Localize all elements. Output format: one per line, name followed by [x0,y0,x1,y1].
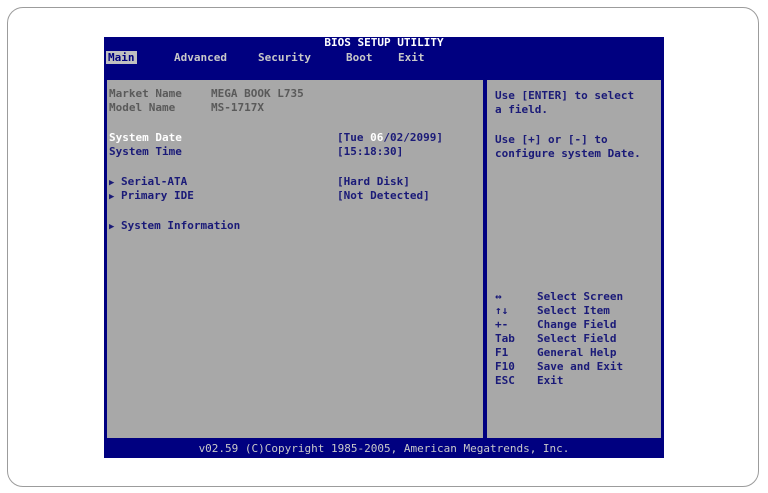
key-f1: F1 [495,346,509,359]
key-up-down-icon: ↑↓ [495,304,509,317]
triangle-right-icon: ▶ [109,178,115,188]
triangle-right-icon: ▶ [109,192,115,202]
system-time-label[interactable]: System Time [109,145,182,158]
serial-ata-value: [Hard Disk] [337,175,410,188]
key-action-general-help: General Help [537,346,617,359]
submenu-system-information[interactable]: ▶ System Information [109,219,240,234]
copyright-footer: v02.59 (C)Copyright 1985-2005, American … [198,442,570,455]
model-name-value: MS-1717X [211,101,264,114]
menu-advanced[interactable]: Advanced [174,51,227,64]
help-line-1: Use [ENTER] to select [495,89,635,102]
triangle-right-icon: ▶ [109,222,115,232]
key-tab: Tab [495,332,515,345]
help-pane: Use [ENTER] to select a field. Use [+] o… [486,79,662,439]
system-time-value[interactable]: [15:18:30] [337,145,403,158]
menu-boot[interactable]: Boot [346,51,373,64]
menu-bar: Main Advanced Security Boot Exit [104,50,664,65]
system-date-value[interactable]: [Tue 06/02/2099] [337,131,443,144]
key-f10: F10 [495,360,515,373]
key-plus-minus: +- [495,318,509,331]
submenu-primary-ide[interactable]: ▶ Primary IDE [109,189,194,204]
key-action-select-field: Select Field [537,332,617,345]
key-esc: ESC [495,374,515,387]
settings-pane: Market Name MEGA BOOK L735 Model Name MS… [106,79,484,439]
help-line-2: a field. [495,103,548,116]
bios-screen: BIOS SETUP UTILITY Main Advanced Securit… [104,37,664,458]
primary-ide-value: [Not Detected] [337,189,430,202]
help-line-4: configure system Date. [495,147,641,160]
bios-title: BIOS SETUP UTILITY [324,36,444,49]
date-month-field[interactable]: 06 [370,131,383,144]
model-name-label: Model Name [109,101,176,114]
menu-main[interactable]: Main [106,51,137,64]
key-left-right-icon: ↔ [495,290,502,303]
key-action-select-screen: Select Screen [537,290,624,303]
submenu-serial-ata[interactable]: ▶ Serial-ATA [109,175,187,190]
key-action-select-item: Select Item [537,304,610,317]
key-action-save-exit: Save and Exit [537,360,624,373]
market-name-label: Market Name [109,87,182,100]
market-name-value: MEGA BOOK L735 [211,87,304,100]
content-area: Market Name MEGA BOOK L735 Model Name MS… [104,67,664,439]
help-line-3: Use [+] or [-] to [495,133,608,146]
key-action-change-field: Change Field [537,318,617,331]
menu-security[interactable]: Security [258,51,311,64]
key-action-exit: Exit [537,374,564,387]
system-date-label[interactable]: System Date [109,131,182,144]
menu-exit[interactable]: Exit [398,51,425,64]
